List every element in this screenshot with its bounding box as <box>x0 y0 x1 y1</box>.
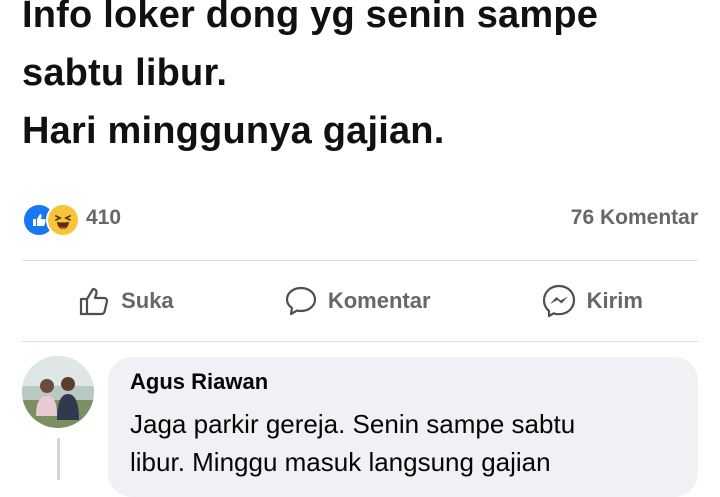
post-text-line: sabtu libur. <box>22 52 228 94</box>
divider <box>22 260 698 261</box>
post-text: Info loker dong yg senin sampe sabtu lib… <box>22 0 712 160</box>
reaction-icons <box>22 201 82 237</box>
comment-author[interactable]: Agus Riawan <box>130 369 268 395</box>
reaction-count: 410 <box>86 206 122 229</box>
like-button[interactable]: Suka <box>77 284 174 318</box>
comment-button[interactable]: Komentar <box>284 284 431 318</box>
avatar[interactable] <box>22 356 94 428</box>
comment-label: Komentar <box>327 288 431 313</box>
comment-bubble: Agus Riawan Jaga parkir gereja. Senin sa… <box>108 357 698 497</box>
thumbs-up-icon <box>77 284 111 318</box>
send-label: Kirim <box>586 288 643 313</box>
divider <box>22 341 698 342</box>
send-button[interactable]: Kirim <box>541 283 643 319</box>
comment-text-line: libur. Minggu masuk langsung gajian <box>130 447 551 477</box>
post-actions: Suka Komentar Kirim <box>22 270 698 332</box>
comment-count[interactable]: 76 Komentar <box>571 206 698 230</box>
thread-line <box>57 438 60 480</box>
reactions-summary[interactable]: 410 <box>22 201 122 237</box>
like-label: Suka <box>121 288 174 313</box>
haha-icon <box>46 203 80 237</box>
post-text-line: Hari minggunya gajian. <box>22 110 445 152</box>
comment-text-line: Jaga parkir gereja. Senin sampe sabtu <box>130 409 576 439</box>
post-stats: 410 76 Komentar <box>22 200 698 237</box>
comment-text: Jaga parkir gereja. Senin sampe sabtu li… <box>130 405 690 481</box>
comment-icon <box>284 284 318 318</box>
post-text-line: Info loker dong yg senin sampe <box>22 0 599 36</box>
messenger-icon <box>541 283 577 319</box>
